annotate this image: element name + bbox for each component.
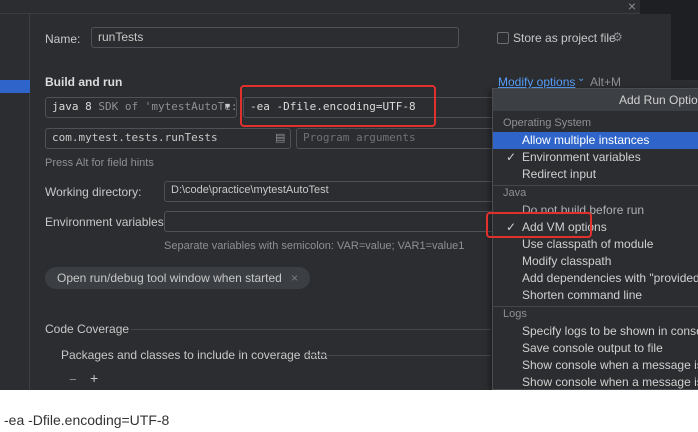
option-save-console-output[interactable]: Save console output to file	[493, 340, 698, 357]
check-icon: ✓	[506, 150, 517, 164]
tree-selected-item[interactable]	[0, 80, 30, 93]
option-label: Use classpath of module	[522, 237, 654, 251]
field-hints-text: Press Alt for field hints	[45, 157, 154, 169]
modify-options-link[interactable]: Modify options	[498, 75, 575, 89]
option-label: Show console when a message is pri	[522, 375, 698, 389]
option-add-dependencies-provided[interactable]: Add dependencies with "provided" s	[493, 270, 698, 287]
jdk-select[interactable]: java 8 SDK of 'mytestAutoTe:	[45, 97, 237, 118]
browse-class-icon[interactable]: ▤	[275, 131, 285, 144]
environment-variables-label: Environment variables:	[45, 215, 168, 229]
option-label: Redirect input	[522, 167, 597, 181]
option-modify-classpath[interactable]: Modify classpath	[493, 253, 698, 270]
environment-variables-input[interactable]	[164, 211, 496, 232]
chip-close-icon[interactable]: ×	[291, 271, 298, 285]
packages-divider	[305, 355, 491, 356]
option-label: Allow multiple instances	[522, 133, 650, 147]
option-label: Show console when a message is pri	[522, 358, 698, 372]
vm-options-highlight	[240, 85, 436, 127]
option-use-classpath-of-module[interactable]: Use classpath of module	[493, 236, 698, 253]
code-coverage-title: Code Coverage	[45, 322, 130, 336]
popup-title: Add Run Option	[493, 89, 698, 111]
name-input[interactable]: runTests	[91, 27, 459, 48]
dropdown-arrow-icon[interactable]: ▼	[223, 101, 232, 111]
gear-icon[interactable]: ⚙	[612, 30, 623, 44]
option-show-console-stdout[interactable]: Show console when a message is pri	[493, 357, 698, 374]
option-label: Save console output to file	[522, 341, 663, 355]
add-run-option-popup: Add Run Option Operating System Allow mu…	[492, 88, 698, 390]
popup-separator	[493, 306, 698, 307]
jdk-version: java 8	[52, 100, 92, 113]
option-shorten-command-line[interactable]: Shorten command line	[493, 287, 698, 304]
chip-label: Open run/debug tool window when started	[57, 271, 282, 285]
build-and-run-title: Build and run	[45, 75, 123, 89]
configurations-tree	[0, 14, 30, 390]
add-vm-options-highlight	[486, 212, 592, 238]
title-strip: ×	[0, 0, 698, 14]
working-directory-input[interactable]: D:\code\practice\mytestAutoTest	[164, 181, 496, 202]
option-show-console-stderr[interactable]: Show console when a message is pri	[493, 374, 698, 389]
coverage-packages-label: Packages and classes to include in cover…	[61, 348, 328, 362]
modify-options-shortcut: Alt+M	[590, 75, 622, 89]
section-divider	[131, 329, 491, 330]
jdk-sdk-label: SDK of 'mytestAutoTe:	[98, 100, 237, 113]
store-as-project-label: Store as project file	[513, 31, 616, 45]
close-icon[interactable]: ×	[628, 0, 636, 14]
caption-text: -ea -Dfile.encoding=UTF-8	[4, 412, 170, 428]
option-label: Modify classpath	[522, 254, 612, 268]
option-specify-logs[interactable]: Specify logs to be shown in console	[493, 323, 698, 340]
open-tool-window-chip[interactable]: Open run/debug tool window when started …	[45, 267, 311, 289]
option-label: Shorten command line	[522, 288, 643, 302]
add-icon[interactable]: +	[90, 370, 98, 386]
group-logs: Logs	[503, 308, 527, 320]
chevron-down-icon: ⌄	[577, 73, 586, 84]
run-configuration-dialog: × Name: runTests Store as project file ⚙…	[0, 0, 698, 390]
main-class-input[interactable]: com.mytest.tests.runTests	[45, 128, 291, 149]
environment-variables-hint: Separate variables with semicolon: VAR=v…	[164, 240, 465, 252]
option-allow-multiple-instances[interactable]: Allow multiple instances	[493, 132, 698, 149]
store-as-project-checkbox[interactable]	[497, 32, 509, 44]
option-label: Environment variables	[522, 150, 641, 164]
option-environment-variables[interactable]: ✓ Environment variables	[493, 149, 698, 166]
group-operating-system: Operating System	[503, 117, 592, 129]
program-arguments-input[interactable]: Program arguments	[296, 128, 496, 149]
option-label: Specify logs to be shown in console	[522, 324, 698, 338]
option-label: Add dependencies with "provided" s	[522, 271, 698, 285]
option-redirect-input[interactable]: Redirect input	[493, 166, 698, 183]
working-directory-label: Working directory:	[45, 185, 142, 199]
remove-icon[interactable]: −	[69, 372, 77, 387]
name-label: Name:	[45, 32, 81, 46]
group-java: Java	[503, 187, 527, 199]
popup-separator	[493, 185, 698, 186]
